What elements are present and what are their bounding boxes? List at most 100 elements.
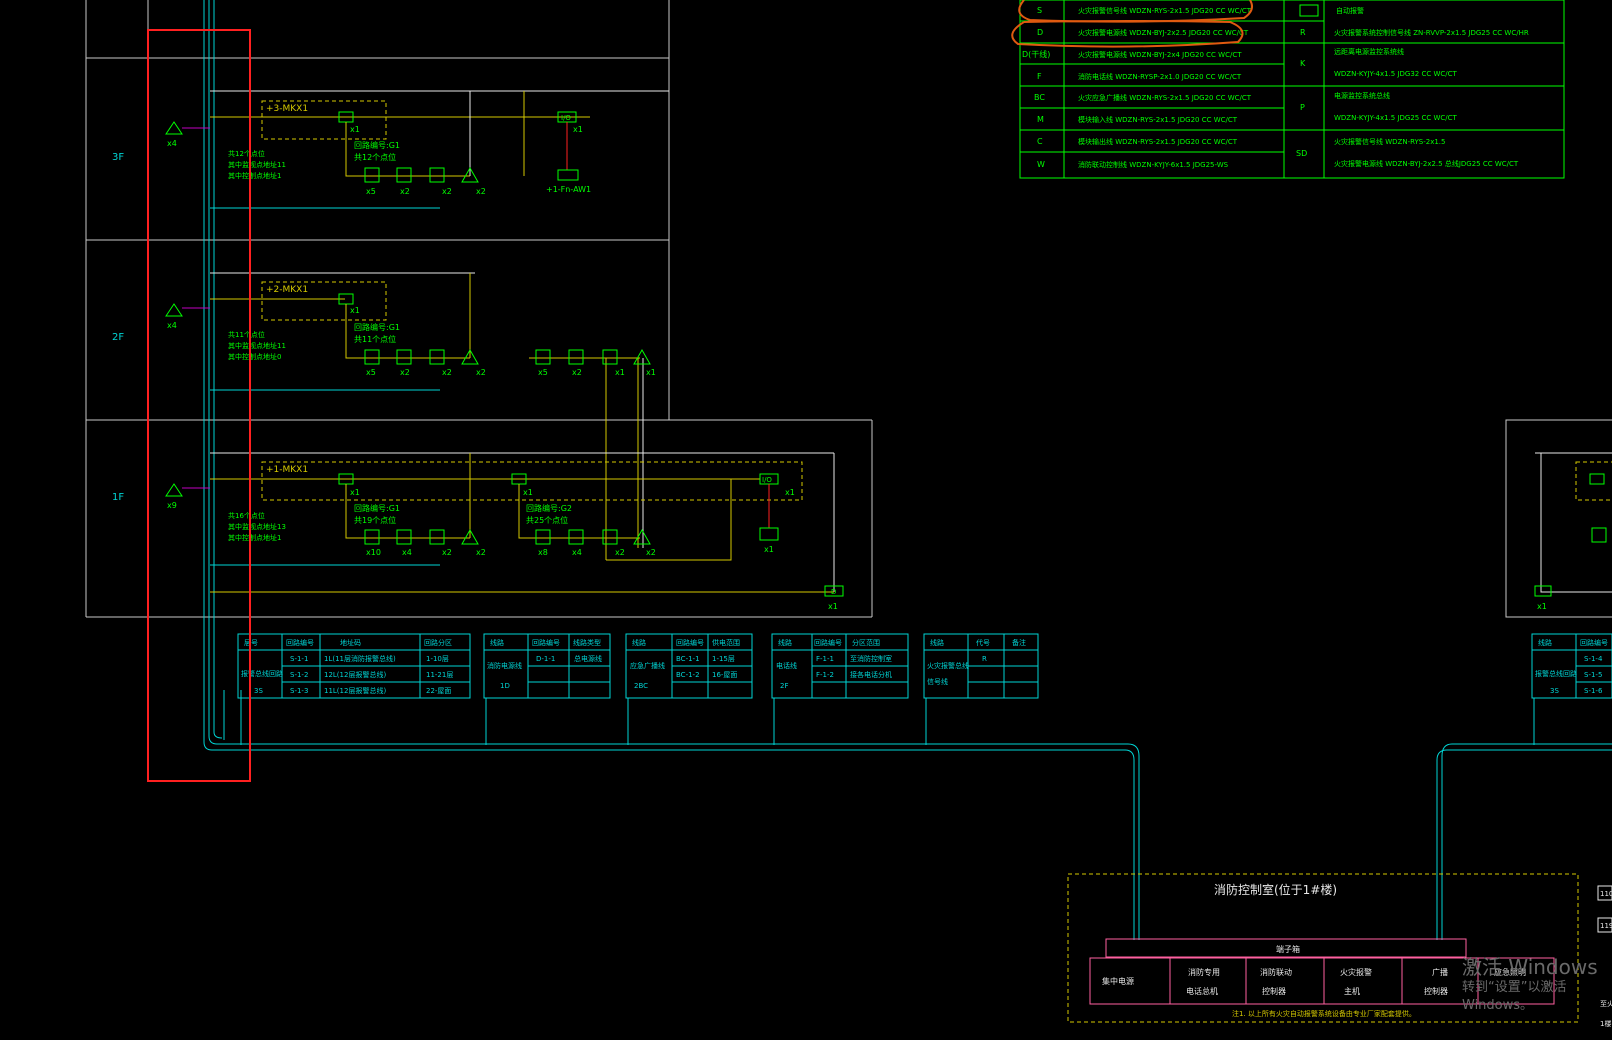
ext-count-2f-0: x5 [538,368,548,377]
d-x-1f: x1 [828,602,838,611]
label-1f-2: 回路编号:G2 [526,503,572,513]
label-1f-3: 共25个点位 [526,515,568,525]
io-3f: I/O [561,114,571,122]
count-3f-2: x2 [442,187,452,196]
count-1f-4: x8 [538,548,548,557]
watermark-line-1: 激活 Windows [1462,955,1598,979]
right-edge-circuit: x1 [1534,452,1612,611]
t1-h0: 线路 [490,638,504,647]
edge-label-1: 119 [1600,922,1612,930]
legend-code-6: C [1037,137,1043,146]
legend-rtext-6: 火灾报警信号线 WDZN-RYS-2x1.5 [1334,137,1445,146]
legend-rtext-5: WDZN-KYJY-4x1.5 JDG25 CC WC/CT [1334,114,1458,122]
t0-r1-2: 11-21层 [426,671,453,679]
t4-h0: 线路 [930,638,944,647]
t4-floor: 信号线 [927,677,948,686]
control-room-bar: 端子箱 [1276,944,1300,954]
label-2f-0: 回路编号:G1 [354,322,400,332]
right-x1: x1 [1537,602,1547,611]
legend-code-3: F [1037,72,1042,81]
floor-label-2f: 2F [112,332,124,343]
note-2f-2: 其中控制点地址0 [228,352,281,361]
io-x-3f: x1 [573,125,583,134]
cr-cell-2b: 控制器 [1262,986,1286,996]
floor-label-3f: 3F [112,152,124,163]
count-1f-5: x4 [572,548,582,557]
t2-r0-1: 1-15层 [712,655,735,663]
t2-h2: 供电范围 [712,638,740,647]
t3-r0-1: 至消防控制室 [850,654,892,663]
legend-text-6: 模块输出线 WDZN-RYS-2x1.5 JDG20 CC WC/CT [1078,137,1238,146]
d-label-1f: D [831,588,836,596]
t3-sys: 电话线 [776,661,797,670]
cr-cell-1a: 消防专用 [1188,967,1220,977]
label-1f-0: 回路编号:G1 [354,503,400,513]
note-1f-1: 其中监视点地址13 [228,522,286,531]
legend-first-right: 自动报警 [1336,6,1364,15]
ext-count-2f-1: x2 [572,368,582,377]
cr-cell-3b: 主机 [1344,986,1360,996]
t1-r0-1: 总电源线 [574,654,602,663]
t4-h2: 备注 [1012,638,1026,647]
t0-floor: 3S [254,687,263,695]
t2-r0-0: BC-1-1 [676,655,700,663]
legend-rcode-3: SD [1296,149,1307,158]
t0-r0-0: S-1-1 [290,655,308,663]
edge-label-3: 1楼 [1600,1019,1611,1028]
cr-cell-3a: 火灾报警 [1340,967,1372,977]
iodev-x-1f: x1 [764,545,774,554]
rt-h1: 回路编号 [1580,638,1608,647]
note-1f-0: 共16个点位 [228,511,265,520]
ext-count-2f-3: x1 [646,368,656,377]
legend-text-1: 火灾报警电源线 WDZN-BYJ-2x2.5 JDG20 CC WC/CT [1078,28,1249,37]
t1-h1: 回路编号 [532,638,560,647]
windows-activation-watermark: 激活 Windows 转到“设置”以激活 Windows。 [1462,955,1612,1015]
iso-3f: x1 [350,125,360,134]
legend-rcode-2: P [1300,103,1305,112]
cr-cell-4b: 控制器 [1424,986,1448,996]
rt-h0: 线路 [1538,638,1552,647]
selection-rectangle[interactable] [147,29,251,782]
note-1f-2: 其中控制点地址1 [228,533,281,542]
t1-r0-0: D-1-1 [536,655,555,663]
count-1f-0: x10 [366,548,381,557]
cr-cell-1b: 电话总机 [1186,986,1218,996]
legend-text-3: 消防电话线 WDZN-RYSP-2x1.0 JDG20 CC WC/CT [1078,72,1242,81]
count-1f-1: x4 [402,548,412,557]
t0-r2-0: S-1-3 [290,687,308,695]
legend-text-2: 火灾报警电源线 WDZN-BYJ-2x4 JDG20 CC WC/CT [1078,50,1242,59]
t1-h2: 线路类型 [573,638,601,647]
t0-r1-0: S-1-2 [290,671,308,679]
io-x-1f: x1 [785,488,795,497]
legend-texts: S D D(干线) F BC M C W 火灾报警信号线 WDZN-RYS-2x… [1022,6,1529,169]
edge-label-0: 110 [1600,890,1612,898]
ext-count-2f-2: x1 [615,368,625,377]
t0-r2-1: 11L(12层报警总线) [324,686,386,695]
t2-sys: 应急广播线 [630,661,665,670]
legend-code-0: S [1037,6,1042,15]
legend-code-4: BC [1034,93,1045,102]
watermark-line-2: 转到“设置”以激活 Windows。 [1462,980,1567,1013]
iso-1f-b: x1 [523,488,533,497]
legend-text-0: 火灾报警信号线 WDZN-RYS-2x1.5 JDG20 CC WC/CT [1078,6,1252,15]
count-1f-2: x2 [442,548,452,557]
cr-note: 注1. 以上所有火灾自动报警系统设备由专业厂家配套提供。 [1232,1009,1416,1018]
label-2f-1: 共11个点位 [354,334,396,344]
t3-h0: 线路 [778,638,792,647]
count-3f-3: x2 [476,187,486,196]
legend-rtext-3: WDZN-KYJY-4x1.5 JDG32 CC WC/CT [1334,70,1458,78]
rt-r0: S-1-4 [1584,655,1603,663]
t0-h1: 回路编号 [286,638,314,647]
sb-count-3f: x4 [167,139,177,148]
note-3f-0: 共12个点位 [228,149,265,158]
legend-rtext-2: 远距离电源监控系统线 [1334,47,1404,56]
t0-r0-1: 1L(11层消防报警总线) [324,654,396,663]
t3-r1-0: F-1-2 [816,671,834,679]
t2-floor: 2BC [634,682,648,690]
t0-h3: 回路分区 [424,638,452,647]
legend-rtext-4: 电源监控系统总线 [1334,91,1390,100]
module-3f: +3-MKX1 [266,104,308,114]
count-1f-3: x2 [476,548,486,557]
t1-floor: 1D [500,682,510,690]
legend-table [1019,0,1565,179]
